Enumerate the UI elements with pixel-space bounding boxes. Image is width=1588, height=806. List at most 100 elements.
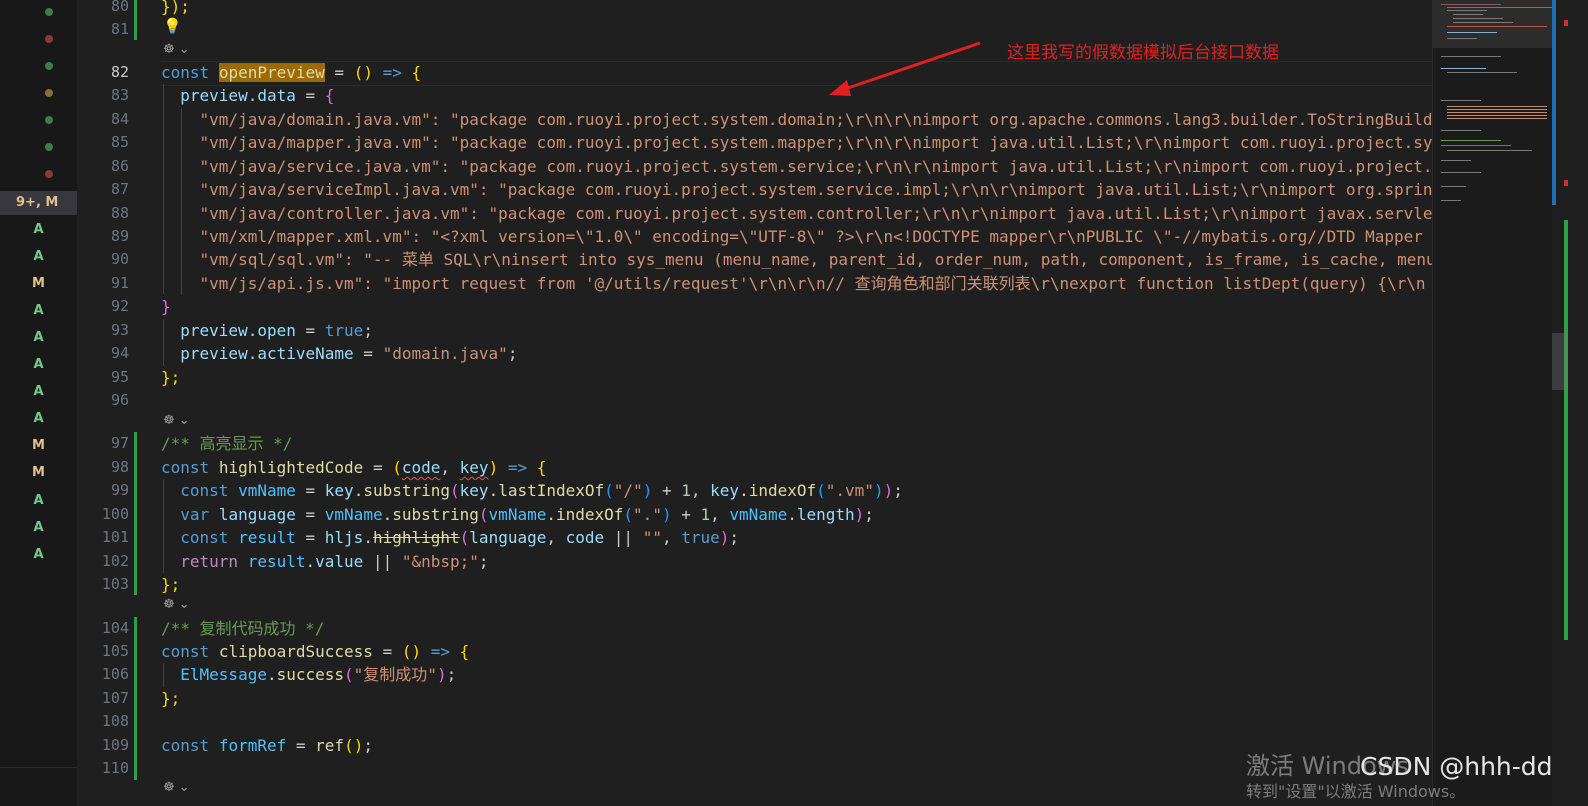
code-token: "." xyxy=(633,505,662,524)
code-line[interactable]: } xyxy=(161,295,171,318)
code-line[interactable]: const vmName = key.substring(key.lastInd… xyxy=(161,479,903,502)
git-gutter-added[interactable] xyxy=(134,432,137,595)
code-line[interactable]: }; xyxy=(161,687,180,710)
line-number: 104 xyxy=(101,619,129,637)
explorer-item-status[interactable]: A xyxy=(0,326,77,350)
code-line[interactable]: preview.open = true; xyxy=(161,319,373,342)
line-number: 88 xyxy=(110,204,129,222)
code-line[interactable]: }; xyxy=(161,573,180,596)
code-token: , xyxy=(440,458,460,477)
code-token: = xyxy=(363,458,393,477)
code-line[interactable]: const formRef = ref(); xyxy=(161,734,373,757)
code-line[interactable]: "vm/js/api.js.vm": "import request from … xyxy=(161,272,1426,295)
code-token: openPreview xyxy=(218,63,325,82)
minimap-line xyxy=(1447,10,1487,11)
code-token: "复制成功" xyxy=(353,665,437,684)
code-line[interactable]: const highlightedCode = (code, key) => { xyxy=(161,456,546,479)
vertical-scrollbar[interactable] xyxy=(1552,0,1568,806)
line-number: 80 xyxy=(110,0,129,15)
explorer-item-status[interactable]: A xyxy=(0,407,77,431)
code-editor[interactable]: 80 81 82 83 84 85 86 87 88 89 90 91 92 9… xyxy=(77,0,1432,806)
explorer-item-selected-badge[interactable]: 9+, M xyxy=(0,191,77,215)
code-token: highlightedCode xyxy=(218,458,364,477)
line-number: 81 xyxy=(110,20,129,38)
code-line[interactable]: preview.data = { xyxy=(161,84,334,107)
code-line[interactable]: preview.activeName = "domain.java"; xyxy=(161,342,517,365)
code-token: true xyxy=(324,321,364,340)
code-token: preview xyxy=(180,86,248,105)
code-token: .success xyxy=(266,665,345,684)
code-token: vmName xyxy=(488,505,547,524)
copilot-lens-icon[interactable]: ☸ ⌄ xyxy=(163,780,190,795)
code-line[interactable]: }); xyxy=(161,0,190,18)
line-number: 90 xyxy=(110,250,129,268)
code-token: ) xyxy=(436,665,447,684)
file-status-dot xyxy=(45,62,53,70)
code-token: : "package com.ruoyi.project.system.serv… xyxy=(478,180,1432,199)
explorer-item-status[interactable]: A xyxy=(0,353,77,377)
code-token: . xyxy=(363,528,373,547)
line-number: 83 xyxy=(110,86,129,104)
code-token: hljs xyxy=(324,528,364,547)
explorer-item-status[interactable]: A xyxy=(0,299,77,323)
code-token: ; xyxy=(729,528,740,547)
explorer-item-status[interactable]: A xyxy=(0,245,77,269)
explorer-item-status[interactable]: M xyxy=(0,434,77,458)
code-token: .data xyxy=(247,86,296,105)
code-token: ; xyxy=(507,344,518,363)
code-line[interactable]: return result.value || "&nbsp;"; xyxy=(161,550,488,573)
explorer-item-status[interactable]: A xyxy=(0,516,77,540)
explorer-item-status[interactable]: M xyxy=(0,272,77,296)
code-token: "vm/java/controller.java.vm" xyxy=(199,204,470,223)
explorer-item-status[interactable]: A xyxy=(0,380,77,404)
code-line[interactable]: const result = hljs.highlight(language, … xyxy=(161,526,739,549)
minimap[interactable] xyxy=(1432,0,1553,806)
windows-activation-hint: 转到"设置"以激活 Windows。 xyxy=(1246,782,1466,801)
copilot-lens-icon[interactable]: ☸ ⌄ xyxy=(163,597,190,612)
explorer-item-status[interactable]: M xyxy=(0,461,77,485)
explorer-item-status[interactable]: A xyxy=(0,543,77,567)
code-token: key xyxy=(710,481,740,500)
scrollbar-thumb[interactable] xyxy=(1552,333,1568,390)
code-line[interactable]: "vm/sql/sql.vm": "-- 菜单 SQL\r\ninsert in… xyxy=(161,248,1432,271)
code-line[interactable]: }; xyxy=(161,366,180,389)
git-gutter-added[interactable] xyxy=(134,617,137,780)
code-line[interactable]: "vm/java/serviceImpl.java.vm": "package … xyxy=(161,178,1432,201)
code-line[interactable]: "vm/java/service.java.vm": "package com.… xyxy=(161,155,1432,178)
code-line[interactable]: ElMessage.success("复制成功"); xyxy=(161,663,456,686)
explorer-item-status[interactable]: A xyxy=(0,489,77,513)
code-line[interactable]: "vm/java/mapper.java.vm": "package com.r… xyxy=(161,131,1432,154)
code-line[interactable]: /** 高亮显示 */ xyxy=(161,432,292,455)
lightbulb-icon[interactable]: 💡 xyxy=(163,17,182,35)
code-token: "&nbsp;" xyxy=(401,552,479,571)
minimap-line xyxy=(1447,38,1477,39)
code-line[interactable]: const openPreview = () => { xyxy=(161,61,421,84)
minimap-line xyxy=(1441,100,1481,101)
copilot-lens-icon[interactable]: ☸ ⌄ xyxy=(163,413,190,428)
code-line[interactable]: const clipboardSuccess = () => { xyxy=(161,640,469,663)
code-token: const xyxy=(180,528,229,547)
code-line[interactable]: var language = vmName.substring(vmName.i… xyxy=(161,503,874,526)
code-line[interactable]: "vm/xml/mapper.xml.vm": "<?xml version=\… xyxy=(161,225,1432,248)
code-token: vmName xyxy=(729,505,788,524)
code-token: , xyxy=(690,481,711,500)
minimap-line xyxy=(1447,106,1547,107)
code-token: } xyxy=(161,297,171,316)
line-number: 110 xyxy=(101,759,129,777)
copilot-lens-icon[interactable]: ☸ ⌄ xyxy=(163,42,190,57)
code-line[interactable]: "vm/java/domain.java.vm": "package com.r… xyxy=(161,108,1432,131)
code-token: () xyxy=(353,63,373,82)
explorer-item-status[interactable]: A xyxy=(0,218,77,242)
minimap-line xyxy=(1447,112,1547,113)
code-token: { xyxy=(324,86,335,105)
line-number: 97 xyxy=(110,434,129,452)
line-number: 94 xyxy=(110,344,129,362)
minimap-line xyxy=(1447,7,1552,8)
code-line[interactable]: /** 复制代码成功 */ xyxy=(161,617,324,640)
minimap-line xyxy=(1447,115,1547,116)
code-token: ) xyxy=(719,528,730,547)
file-status-dot xyxy=(45,116,53,124)
git-gutter-added[interactable] xyxy=(134,0,137,40)
code-comment: /** 高亮显示 */ xyxy=(161,434,293,453)
code-line[interactable]: "vm/java/controller.java.vm": "package c… xyxy=(161,202,1432,225)
